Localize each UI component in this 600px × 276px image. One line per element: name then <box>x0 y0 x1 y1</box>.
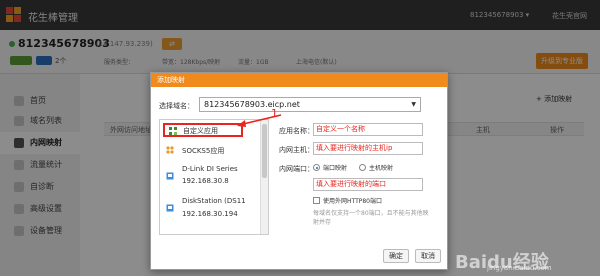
app-list: 自定义应用 SOCKS5应用 D-Link DI Series 192.168.… <box>159 119 269 235</box>
port-input[interactable]: 填入要进行映射的端口 <box>313 178 423 191</box>
http80-hint: 每域名仅支持一个80端口，且不能与其他映射并存 <box>313 210 429 226</box>
custom-app-icon <box>169 127 177 135</box>
device-icon <box>166 172 174 180</box>
app-item-custom[interactable]: 自定义应用 <box>163 123 243 137</box>
domain-row: 选择域名： 812345678903.eicp.net ▼ <box>159 97 441 113</box>
app-name-label: 应用名称： <box>279 127 314 135</box>
add-mapping-dialog: 添加映射 选择域名： 812345678903.eicp.net ▼ 自定义应用… <box>150 72 448 270</box>
port-label: 内网端口： <box>279 165 314 173</box>
dialog-title: 添加映射 <box>151 73 447 87</box>
watermark-url: jingyan.baidu.com <box>487 264 552 272</box>
scroll-thumb[interactable] <box>262 124 267 178</box>
app-list-scrollbar[interactable] <box>260 120 268 234</box>
app-name: SOCKS5应用 <box>182 147 225 155</box>
port-mode-group: 端口映射 主机映射 <box>313 162 443 174</box>
confirm-button[interactable]: 确定 <box>383 249 409 263</box>
app-name: 自定义应用 <box>183 127 218 135</box>
app-item-dlink[interactable]: D-Link DI Series 192.168.30.8 <box>160 164 260 192</box>
use-http80-label: 使用外网HTTP80端口 <box>323 198 382 205</box>
domain-value: 812345678903.eicp.net <box>204 100 300 109</box>
port-mode-host-radio[interactable] <box>359 164 366 171</box>
app-item-socks5[interactable]: SOCKS5应用 <box>160 144 260 160</box>
port-mode-host-label: 主机映射 <box>369 165 394 172</box>
chevron-down-icon: ▼ <box>411 101 416 108</box>
use-http80-checkbox[interactable] <box>313 197 320 204</box>
app-name: DiskStation (DS11 <box>182 197 246 205</box>
app-ip: 192.168.30.194 <box>182 210 238 218</box>
device-icon <box>166 204 174 212</box>
host-input[interactable]: 填入要进行映射的主机ip <box>313 142 423 155</box>
app-name: D-Link DI Series <box>182 165 238 173</box>
cancel-button[interactable]: 取消 <box>415 249 441 263</box>
host-label: 内网主机： <box>279 146 314 154</box>
app-name-input[interactable]: 自定义一个名称 <box>313 123 423 136</box>
app-item-diskstation[interactable]: DiskStation (DS11 192.168.30.194 <box>160 196 260 226</box>
domain-select[interactable]: 812345678903.eicp.net ▼ <box>199 97 421 112</box>
port-mode-port-label: 端口映射 <box>323 165 348 172</box>
app-ip: 192.168.30.8 <box>182 177 229 185</box>
annotation-number: 1 <box>271 107 278 120</box>
socks5-icon <box>166 146 174 154</box>
port-mode-port-radio[interactable] <box>313 164 320 171</box>
domain-label: 选择域名： <box>159 102 194 110</box>
